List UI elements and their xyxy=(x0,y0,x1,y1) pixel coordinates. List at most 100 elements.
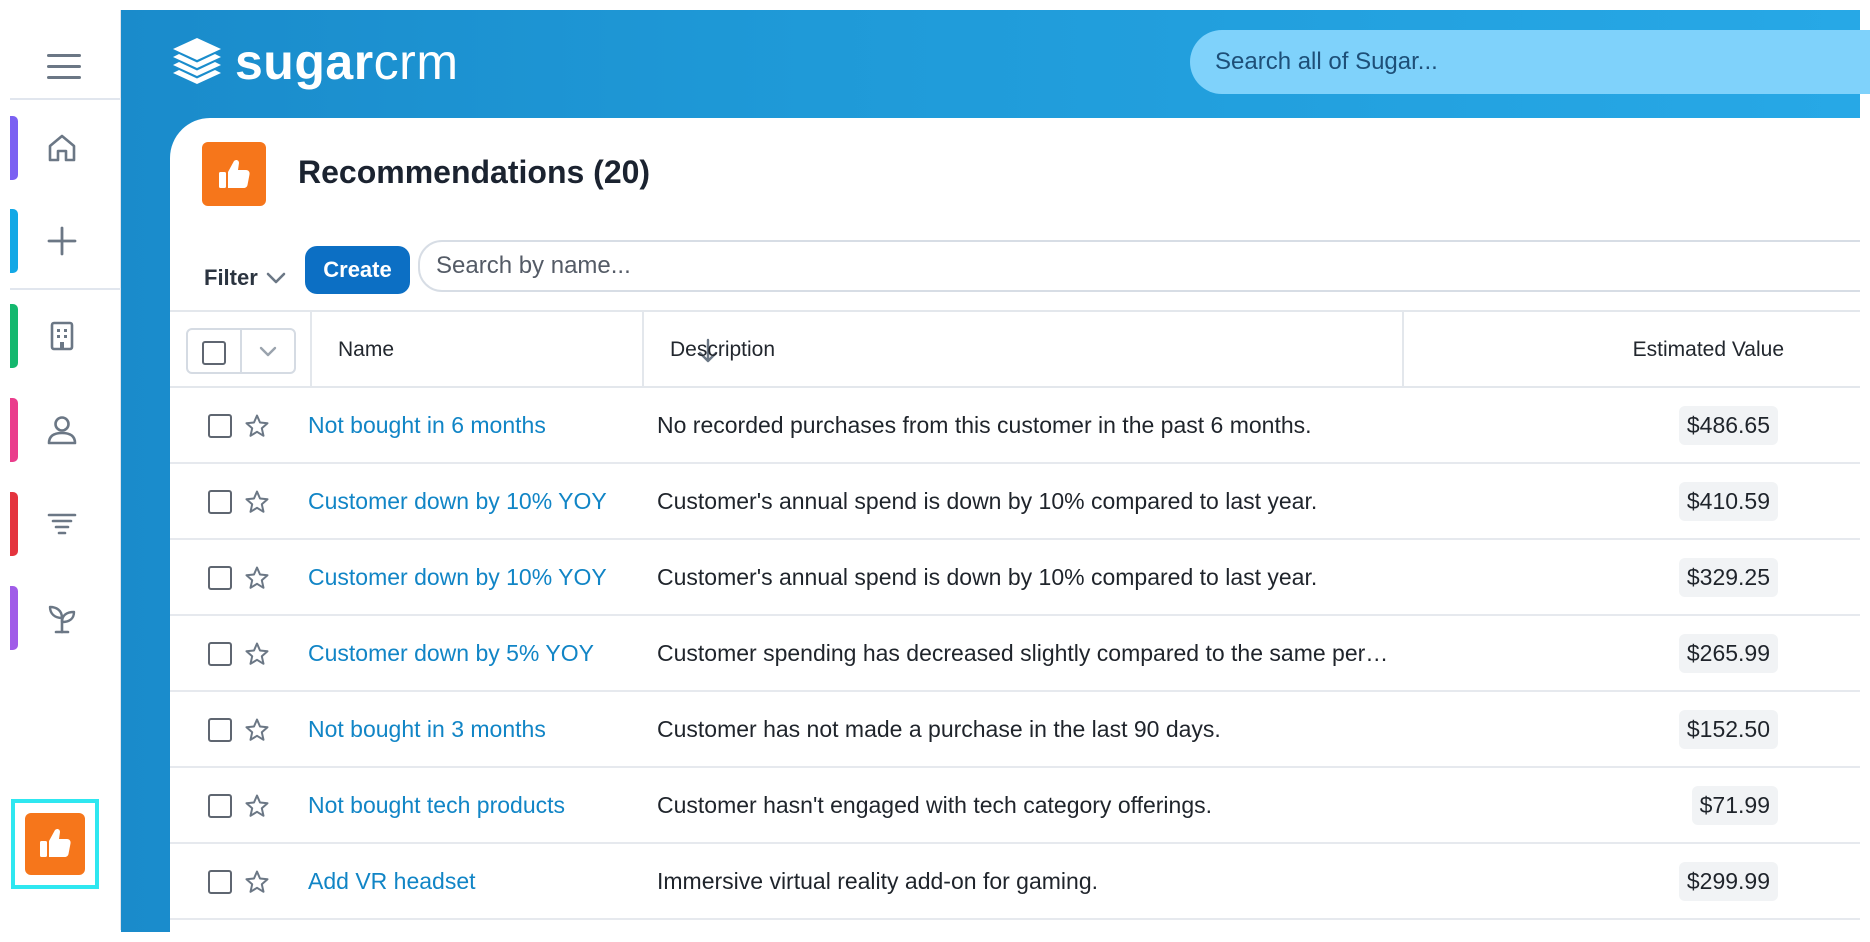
thumbs-up-icon xyxy=(219,159,250,188)
record-value-cell: $71.99 xyxy=(1402,768,1778,842)
filter-dropdown[interactable]: Filter xyxy=(204,258,286,298)
star-icon[interactable] xyxy=(244,869,270,895)
home-icon xyxy=(44,130,80,166)
record-value-cell: $265.99 xyxy=(1402,616,1778,690)
estimated-value-badge: $152.50 xyxy=(1678,709,1778,749)
star-icon[interactable] xyxy=(244,717,270,743)
logo-text-light: crm xyxy=(373,34,459,90)
record-description: No recorded purchases from this customer… xyxy=(657,412,1312,438)
chevron-down-icon[interactable] xyxy=(258,346,278,358)
table-row[interactable]: Not bought in 6 months No recorded purch… xyxy=(170,388,1860,464)
record-name-link[interactable]: Customer down by 10% YOY xyxy=(308,540,607,614)
row-checkbox[interactable] xyxy=(208,718,232,742)
sidebar-item-opportunities[interactable] xyxy=(10,586,121,650)
star-icon[interactable] xyxy=(244,641,270,667)
page-title: Recommendations (20) xyxy=(298,154,651,190)
stacked-layers-icon xyxy=(173,38,221,84)
star-icon[interactable] xyxy=(244,413,270,439)
building-icon xyxy=(44,318,80,354)
name-search-input[interactable] xyxy=(436,252,1736,280)
plus-icon xyxy=(44,223,80,259)
table-row[interactable]: Customer down by 5% YOY Customer spendin… xyxy=(170,616,1860,692)
column-divider xyxy=(310,312,312,388)
row-checkbox[interactable] xyxy=(208,870,232,894)
row-checkbox[interactable] xyxy=(208,414,232,438)
record-name-link[interactable]: Add VR headset xyxy=(308,844,476,918)
app-window: sugarcrm Search all of Sugar... Recommen… xyxy=(0,0,1870,942)
mass-select-control xyxy=(186,328,296,374)
sugarcrm-logo[interactable]: sugarcrm xyxy=(169,34,499,90)
record-value-cell: $486.65 xyxy=(1402,388,1778,462)
record-description: Customer has not made a purchase in the … xyxy=(657,716,1221,742)
record-value-cell: $152.50 xyxy=(1402,692,1778,766)
row-checkbox[interactable] xyxy=(208,490,232,514)
estimated-value-badge: $71.99 xyxy=(1691,785,1778,825)
hamburger-menu-icon[interactable] xyxy=(47,50,85,84)
select-all-checkbox[interactable] xyxy=(202,341,226,365)
filter-label: Filter xyxy=(204,265,258,290)
sidebar-accent-bar xyxy=(10,492,18,556)
global-search-input[interactable] xyxy=(1215,48,1835,76)
table-row[interactable]: Customer down by 10% YOY Customer's annu… xyxy=(170,464,1860,540)
sidebar-item-create[interactable] xyxy=(10,209,121,273)
funnel-lines-icon xyxy=(44,506,80,542)
table-row[interactable]: Customer down by 10% YOY Customer's annu… xyxy=(170,540,1860,616)
column-header-description[interactable]: Description xyxy=(644,312,1399,388)
row-checkbox[interactable] xyxy=(208,642,232,666)
sidebar-item-accounts[interactable] xyxy=(10,304,121,368)
table-header: Name Description Estimated Value xyxy=(170,310,1860,388)
record-name-link[interactable]: Customer down by 10% YOY xyxy=(308,464,607,538)
table-row[interactable]: Add VR headset Immersive virtual reality… xyxy=(170,844,1860,920)
star-icon[interactable] xyxy=(244,489,270,515)
row-checkbox[interactable] xyxy=(208,566,232,590)
mass-select-divider xyxy=(240,330,242,372)
row-checkbox[interactable] xyxy=(208,794,232,818)
main-panel: Recommendations (20) Filter Create Name xyxy=(170,118,1860,932)
record-name-link[interactable]: Not bought in 6 months xyxy=(308,388,546,462)
sidebar-accent-bar xyxy=(10,209,18,273)
create-button[interactable]: Create xyxy=(305,246,410,294)
record-description: Customer's annual spend is down by 10% c… xyxy=(657,564,1318,590)
module-icon-tile xyxy=(202,142,266,206)
recommendations-table: Name Description Estimated Value Not bou… xyxy=(170,310,1860,920)
record-description: Customer spending has decreased slightly… xyxy=(657,640,1392,666)
sidebar-divider xyxy=(10,288,121,290)
record-name-link[interactable]: Not bought tech products xyxy=(308,768,565,842)
global-search xyxy=(1190,30,1870,94)
record-description: Customer's annual spend is down by 10% c… xyxy=(657,488,1318,514)
sidebar-item-recommendations[interactable] xyxy=(11,799,99,889)
column-header-estimated-value-label: Estimated Value xyxy=(1632,338,1784,361)
estimated-value-badge: $410.59 xyxy=(1678,481,1778,521)
record-description: Immersive virtual reality add-on for gam… xyxy=(657,868,1098,894)
record-value-cell: $410.59 xyxy=(1402,464,1778,538)
table-row[interactable]: Not bought tech products Customer hasn't… xyxy=(170,768,1860,844)
record-value-cell: $299.99 xyxy=(1402,844,1778,918)
table-row[interactable]: Not bought in 3 months Customer has not … xyxy=(170,692,1860,768)
column-header-name-label: Name xyxy=(338,338,395,361)
sidebar-item-home[interactable] xyxy=(10,116,121,180)
thumbs-up-icon xyxy=(40,828,71,857)
estimated-value-badge: $299.99 xyxy=(1678,861,1778,901)
sidebar xyxy=(10,10,121,930)
estimated-value-badge: $329.25 xyxy=(1678,557,1778,597)
star-icon[interactable] xyxy=(244,565,270,591)
record-description: Customer hasn't engaged with tech catego… xyxy=(657,792,1213,818)
estimated-value-badge: $486.65 xyxy=(1678,405,1778,445)
record-name-link[interactable]: Customer down by 5% YOY xyxy=(308,616,594,690)
sidebar-divider xyxy=(10,98,121,100)
column-header-description-label: Description xyxy=(670,338,776,361)
record-name-link[interactable]: Not bought in 3 months xyxy=(308,692,546,766)
name-search xyxy=(418,240,1860,292)
record-value-cell: $329.25 xyxy=(1402,540,1778,614)
sidebar-accent-bar xyxy=(10,398,18,462)
chevron-down-icon xyxy=(266,272,286,284)
column-header-estimated-value[interactable]: Estimated Value xyxy=(1404,312,1784,388)
sidebar-item-contacts[interactable] xyxy=(10,398,121,462)
sidebar-accent-bar xyxy=(10,304,18,368)
sidebar-accent-bar xyxy=(10,586,18,650)
logo-text-bold: sugar xyxy=(235,34,374,90)
logo-text: sugarcrm xyxy=(235,34,458,90)
sidebar-item-filters[interactable] xyxy=(10,492,121,556)
sidebar-accent-bar xyxy=(10,116,18,180)
star-icon[interactable] xyxy=(244,793,270,819)
